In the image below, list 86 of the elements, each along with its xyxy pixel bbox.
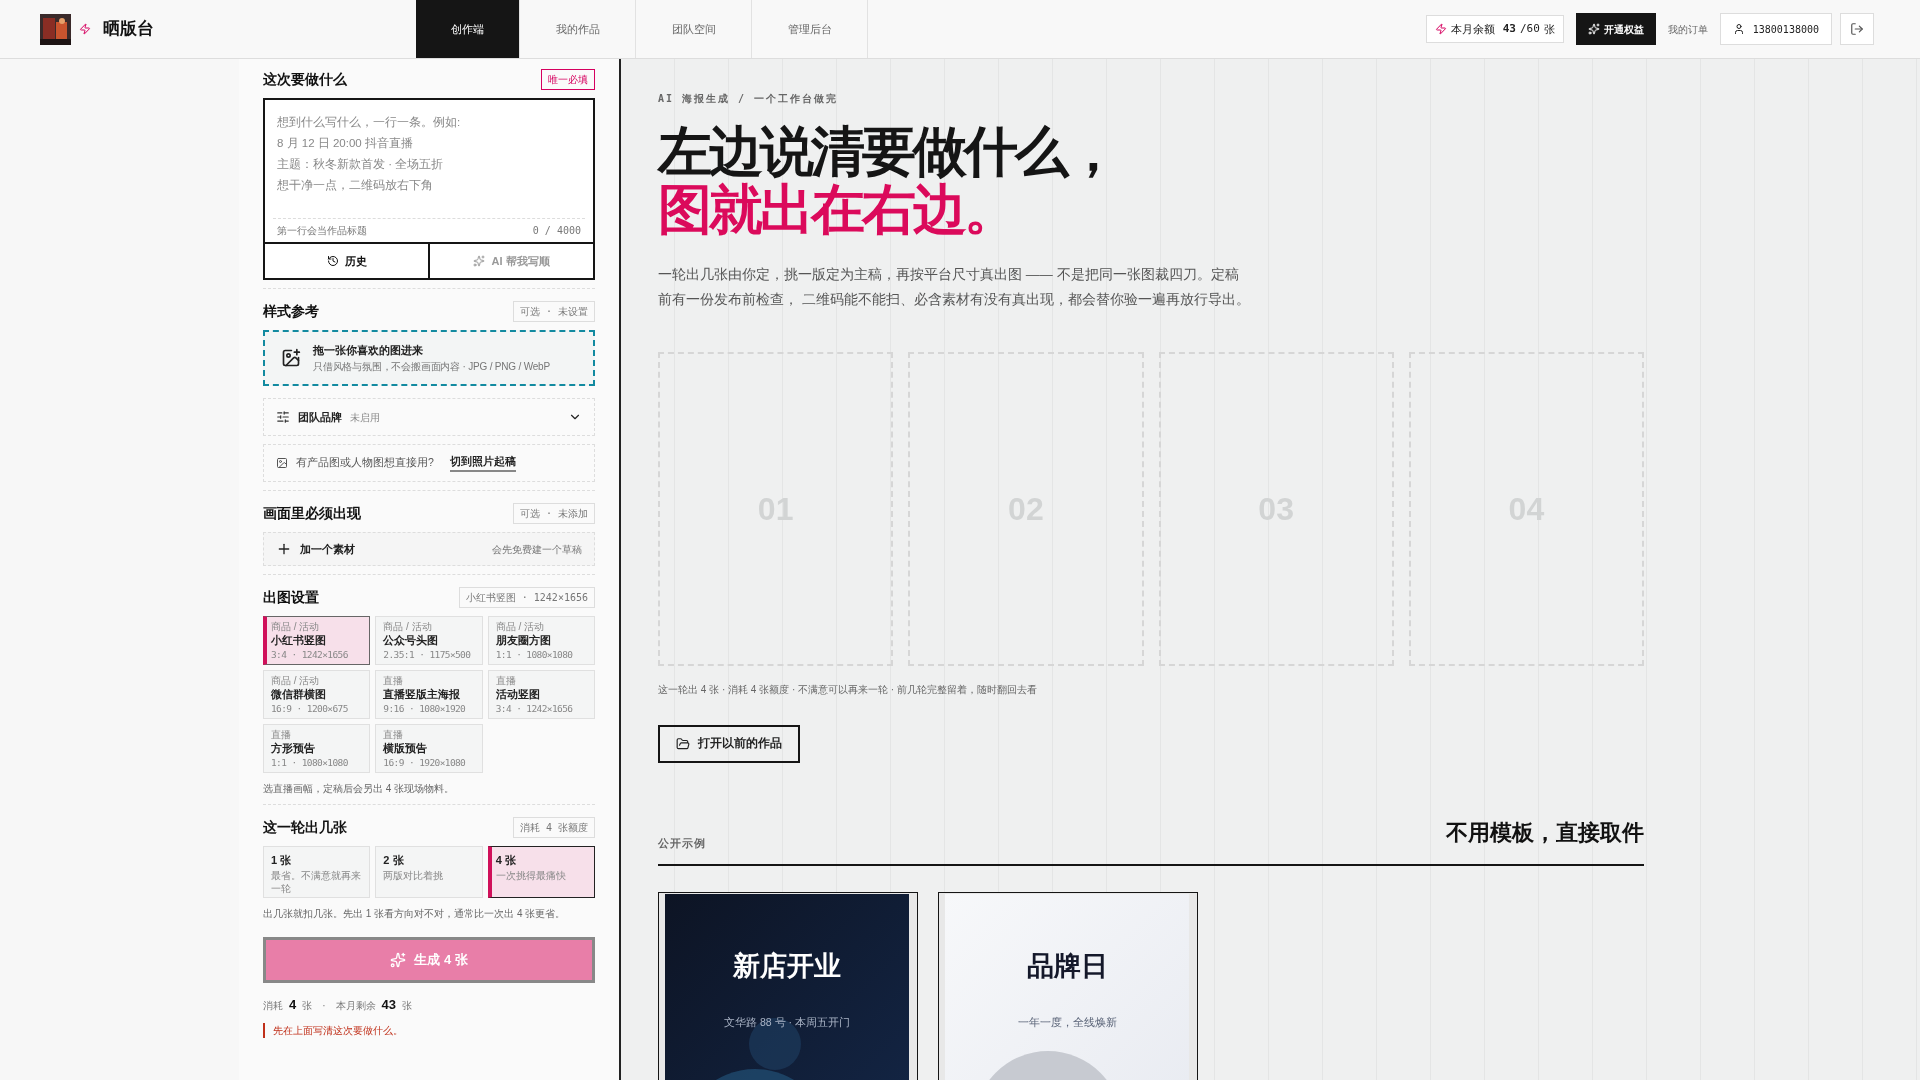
usage-value: 43 xyxy=(381,996,397,1014)
photo-question: 有产品图或人物图想直接用? xyxy=(296,455,434,471)
format-card[interactable]: 商品 / 活动 小红书竖图 3:4 · 1242×1656 xyxy=(263,616,371,665)
format-note: 选直播画幅，定稿后会另出 4 张现场物料。 xyxy=(263,782,456,796)
poster-subtitle: 一年一度，全线焕新 xyxy=(1017,1014,1117,1030)
quota-unit: 张 xyxy=(1543,21,1555,37)
status-tag: 消耗 4 张额度 xyxy=(512,817,595,838)
section-title: 这一轮出几张 xyxy=(263,818,347,837)
upgrade-button[interactable]: 开通权益 xyxy=(1575,13,1656,45)
photo-mode-link[interactable]: 切到照片起稿 xyxy=(449,454,516,472)
dropzone-title: 拖一张你喜欢的图进来 xyxy=(313,343,424,359)
account-button[interactable]: 13800138000 xyxy=(1719,13,1832,45)
image-icon xyxy=(276,457,288,469)
sliders-icon xyxy=(276,410,290,424)
bolt-icon xyxy=(79,21,91,37)
history-icon xyxy=(326,255,339,267)
placeholder-line: 8 月 12 日 20:00 抖音直播 xyxy=(277,136,413,151)
section-title: 画面里必须出现 xyxy=(263,504,361,523)
section-heading: 不用模板，直接取件 xyxy=(1446,820,1644,846)
format-card[interactable]: 直播 横版预告 16:9 · 1920×1080 xyxy=(375,724,483,773)
brand-name: 晒版台 xyxy=(103,18,154,41)
plus-icon xyxy=(276,541,292,557)
hero-title: 图就出在右边。 xyxy=(658,180,1016,238)
char-counter: 0 / 4000 xyxy=(532,224,581,238)
usage-value: 4 xyxy=(289,996,297,1014)
poster-title: 新店开业 xyxy=(733,950,841,983)
format-card[interactable]: 商品 / 活动 微信群横图 16:9 · 1200×675 xyxy=(263,670,371,719)
team-brand-row[interactable]: 团队品牌 未启用 xyxy=(263,398,595,436)
brief-field[interactable]: 想到什么写什么，一行一条。例如: 8 月 12 日 20:00 抖音直播 主题：秋冬新款首发 · 全场五折 想干净一点，二维码放右下角 第一行会当作品标题 0 / 4000 xyxy=(265,100,593,242)
poster-subtitle: 文华路 88 号 · 本周五开门 xyxy=(724,1014,850,1030)
quota-total: /60 xyxy=(1519,20,1540,37)
format-card[interactable]: 商品 / 活动 朋友圈方图 1:1 · 1080×1080 xyxy=(487,616,595,665)
status-tag: 可选 · 未添加 xyxy=(512,503,595,524)
format-card[interactable]: 商品 / 活动 公众号头图 2.35:1 · 1175×500 xyxy=(375,616,483,665)
count-option[interactable]: 1 张 最省。不满意就再来一轮 xyxy=(263,846,371,898)
round-info: 这一轮出 4 张 · 消耗 4 张额度 · 不满意可以再来一轮 · 前几轮完整留着，随时翻回去看 xyxy=(658,683,1038,697)
count-option[interactable]: 2 张 两版对比着挑 xyxy=(375,846,483,898)
poster-title: 品牌日 xyxy=(1026,950,1108,983)
format-card[interactable]: 直播 方形预告 1:1 · 1080×1080 xyxy=(263,724,371,773)
format-card[interactable]: 直播 活动竖图 3:4 · 1242×1656 xyxy=(487,670,595,719)
placeholder-line: 主题：秋冬新款首发 · 全场五折 xyxy=(277,157,444,172)
example-poster[interactable]: 品牌日 一年一度，全线焕新 xyxy=(938,892,1198,1080)
nav-tab[interactable]: 创作端 xyxy=(416,0,520,58)
format-card[interactable]: 直播 直播竖版主海报 9:16 · 1080×1920 xyxy=(375,670,483,719)
usage-label: 消耗 xyxy=(263,999,283,1013)
section-title: 出图设置 xyxy=(263,588,319,607)
usage-label: 本月剩余 xyxy=(335,999,376,1013)
hero-title: 左边说清要做什么， xyxy=(658,122,1118,180)
user-icon xyxy=(1732,23,1745,35)
image-add-icon xyxy=(281,348,301,368)
separator-dot: · xyxy=(322,999,326,1013)
section-label: 公开示例 xyxy=(658,836,706,852)
hint-text: 第一行会当作品标题 xyxy=(277,224,367,238)
folder-icon xyxy=(676,737,690,751)
logout-icon xyxy=(1850,22,1864,36)
usage-unit: 张 xyxy=(302,999,313,1013)
section-title: 样式参考 xyxy=(263,302,319,321)
error-message: 先在上面写清这次要做什么。 xyxy=(263,1022,403,1038)
dropzone-hint: 只借风格与氛围，不会搬画面内容 · JPG / PNG / WebP xyxy=(313,359,550,374)
status-tag: 小红书竖图 · 1242×1656 xyxy=(458,587,595,608)
intro-paragraph: 一轮出几张由你定，挑一版定为主稿，再按平台尺寸真出图 —— 不是把同一张图裁四刀。定稿前有一份发布前检查， 二维码能不能扫、必含素材有没有真出现，都会替你验一遍再放行导出。 xyxy=(658,266,1250,309)
quota-value: 43 xyxy=(1502,20,1516,37)
count-option[interactable]: 4 张 一次挑得最痛快 xyxy=(487,846,595,898)
sparkle-icon xyxy=(473,255,486,267)
status-tag: 可选 · 未设置 xyxy=(512,301,595,322)
status-tag: 唯一必填 xyxy=(541,69,595,90)
image-dropzone[interactable]: 拖一张你喜欢的图进来 只借风格与氛围，不会搬画面内容 · JPG / PNG / WebP xyxy=(263,330,595,386)
placeholder-line: 想到什么写什么，一行一条。例如: xyxy=(277,115,461,130)
example-poster[interactable]: 新店开业 文华路 88 号 · 本周五开门 xyxy=(658,892,918,1080)
open-works-button[interactable]: 打开以前的作品 xyxy=(658,725,800,763)
eyebrow-text: AI 海报生成 / 一个工作台做完 xyxy=(658,92,840,106)
nav-tab[interactable]: 团队空间 xyxy=(636,0,752,58)
bolt-icon xyxy=(1434,23,1447,35)
quota-label: 本月余额 xyxy=(1450,21,1495,37)
nav-tab[interactable]: 管理后台 xyxy=(752,0,868,58)
section-title: 这次要做什么 xyxy=(263,70,347,89)
placeholder-line: 想干净一点，二维码放右下角 xyxy=(277,178,433,193)
orders-link[interactable]: 我的订单 xyxy=(1667,21,1708,37)
history-button[interactable]: 历史 xyxy=(265,244,428,278)
sparkle-icon xyxy=(1587,23,1600,35)
sparkle-icon xyxy=(390,952,407,968)
count-note: 出几张就扣几张。先出 1 张看方向对不对，通常比一次出 4 张更省。 xyxy=(263,907,567,921)
logout-button[interactable] xyxy=(1840,13,1874,45)
nav-tab[interactable]: 我的作品 xyxy=(520,0,636,58)
add-asset-button[interactable]: 加一个素材 会先免费建一个草稿 xyxy=(263,532,595,566)
usage-unit: 张 xyxy=(402,999,413,1013)
